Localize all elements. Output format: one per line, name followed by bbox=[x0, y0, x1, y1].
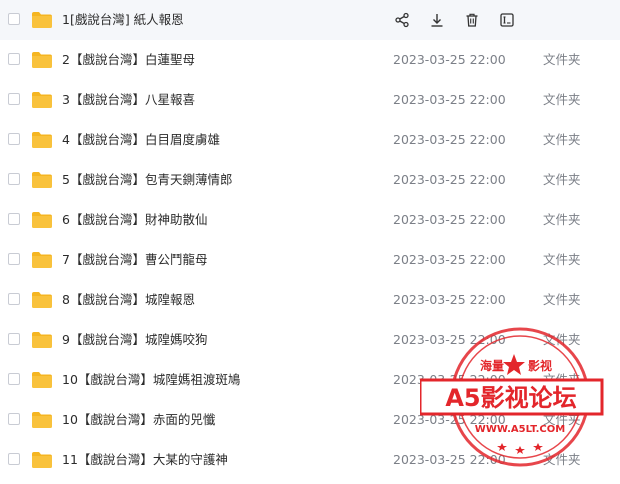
file-row[interactable]: 7【戲說台灣】曹公鬥龍母 2023-03-25 22:00 文件夹 bbox=[0, 240, 620, 280]
file-name[interactable]: 9【戲說台灣】城隍媽咬狗 bbox=[62, 331, 207, 349]
folder-icon bbox=[31, 51, 53, 69]
row-checkbox[interactable] bbox=[8, 253, 20, 265]
file-name[interactable]: 3【戲說台灣】八星報喜 bbox=[62, 91, 195, 109]
file-row[interactable]: 1[戲說台灣] 紙人報恩 bbox=[0, 0, 620, 40]
folder-icon bbox=[31, 131, 53, 149]
modified-date: 2023-03-25 22:00 bbox=[393, 132, 506, 147]
file-name[interactable]: 1[戲說台灣] 紙人報恩 bbox=[62, 11, 184, 29]
file-name[interactable]: 7【戲說台灣】曹公鬥龍母 bbox=[62, 251, 207, 269]
modified-date: 2023-03-25 22:00 bbox=[393, 52, 506, 67]
file-row[interactable]: 8【戲說台灣】城隍報恩 2023-03-25 22:00 文件夹 bbox=[0, 280, 620, 320]
file-type: 文件夹 bbox=[543, 252, 581, 267]
row-checkbox[interactable] bbox=[8, 173, 20, 185]
delete-icon[interactable] bbox=[462, 10, 482, 30]
modified-date: 2023-03-25 22:00 bbox=[393, 172, 506, 187]
watermark-top-right: 影视 bbox=[528, 358, 552, 373]
file-name[interactable]: 2【戲說台灣】白蓮聖母 bbox=[62, 51, 195, 69]
row-checkbox[interactable] bbox=[8, 53, 20, 65]
rename-icon[interactable] bbox=[497, 10, 517, 30]
file-type: 文件夹 bbox=[543, 212, 581, 227]
file-name[interactable]: 5【戲說台灣】包青天鍘薄情郎 bbox=[62, 171, 232, 189]
row-checkbox[interactable] bbox=[8, 293, 20, 305]
folder-icon bbox=[31, 11, 53, 29]
modified-date: 2023-03-25 22:00 bbox=[393, 92, 506, 107]
folder-icon bbox=[31, 411, 53, 429]
file-type: 文件夹 bbox=[543, 92, 581, 107]
modified-date: 2023-03-25 22:00 bbox=[393, 252, 506, 267]
file-row[interactable]: 2【戲說台灣】白蓮聖母 2023-03-25 22:00 文件夹 bbox=[0, 40, 620, 80]
row-checkbox[interactable] bbox=[8, 333, 20, 345]
folder-icon bbox=[31, 251, 53, 269]
folder-icon bbox=[31, 211, 53, 229]
folder-icon bbox=[31, 171, 53, 189]
file-row[interactable]: 4【戲說台灣】白目眉度虜雄 2023-03-25 22:00 文件夹 bbox=[0, 120, 620, 160]
row-checkbox[interactable] bbox=[8, 133, 20, 145]
row-actions bbox=[392, 10, 517, 30]
file-name[interactable]: 10【戲說台灣】城隍媽祖渡斑鳩 bbox=[62, 371, 240, 389]
folder-icon bbox=[31, 91, 53, 109]
file-type: 文件夹 bbox=[543, 52, 581, 67]
stars-decoration bbox=[497, 443, 543, 454]
folder-icon bbox=[31, 291, 53, 309]
file-row[interactable]: 3【戲說台灣】八星報喜 2023-03-25 22:00 文件夹 bbox=[0, 80, 620, 120]
folder-icon bbox=[31, 451, 53, 469]
modified-date: 2023-03-25 22:00 bbox=[393, 292, 506, 307]
row-checkbox[interactable] bbox=[8, 413, 20, 425]
file-row[interactable]: 5【戲說台灣】包青天鍘薄情郎 2023-03-25 22:00 文件夹 bbox=[0, 160, 620, 200]
file-name[interactable]: 6【戲說台灣】財神助散仙 bbox=[62, 211, 207, 229]
file-type: 文件夹 bbox=[543, 132, 581, 147]
row-checkbox[interactable] bbox=[8, 373, 20, 385]
watermark-url: WWW.A5LT.COM bbox=[475, 424, 565, 435]
row-checkbox[interactable] bbox=[8, 213, 20, 225]
row-checkbox[interactable] bbox=[8, 13, 20, 25]
folder-icon bbox=[31, 371, 53, 389]
file-name[interactable]: 11【戲說台灣】大某的守護神 bbox=[62, 451, 228, 469]
watermark-top-left: 海量 bbox=[480, 358, 504, 373]
file-type: 文件夹 bbox=[543, 292, 581, 307]
folder-icon bbox=[31, 331, 53, 349]
file-type: 文件夹 bbox=[543, 172, 581, 187]
row-checkbox[interactable] bbox=[8, 93, 20, 105]
file-name[interactable]: 4【戲說台灣】白目眉度虜雄 bbox=[62, 131, 220, 149]
file-name[interactable]: 8【戲說台灣】城隍報恩 bbox=[62, 291, 195, 309]
share-icon[interactable] bbox=[392, 10, 412, 30]
star-icon bbox=[503, 354, 525, 375]
modified-date: 2023-03-25 22:00 bbox=[393, 212, 506, 227]
file-row[interactable]: 6【戲說台灣】財神助散仙 2023-03-25 22:00 文件夹 bbox=[0, 200, 620, 240]
watermark-stamp: 海量 影视 A5影视论坛 WWW.A5LT.COM bbox=[420, 327, 604, 467]
file-name[interactable]: 10【戲說台灣】赤面的兕懺 bbox=[62, 411, 215, 429]
watermark-main: A5影视论坛 bbox=[445, 384, 576, 412]
download-icon[interactable] bbox=[427, 10, 447, 30]
row-checkbox[interactable] bbox=[8, 453, 20, 465]
